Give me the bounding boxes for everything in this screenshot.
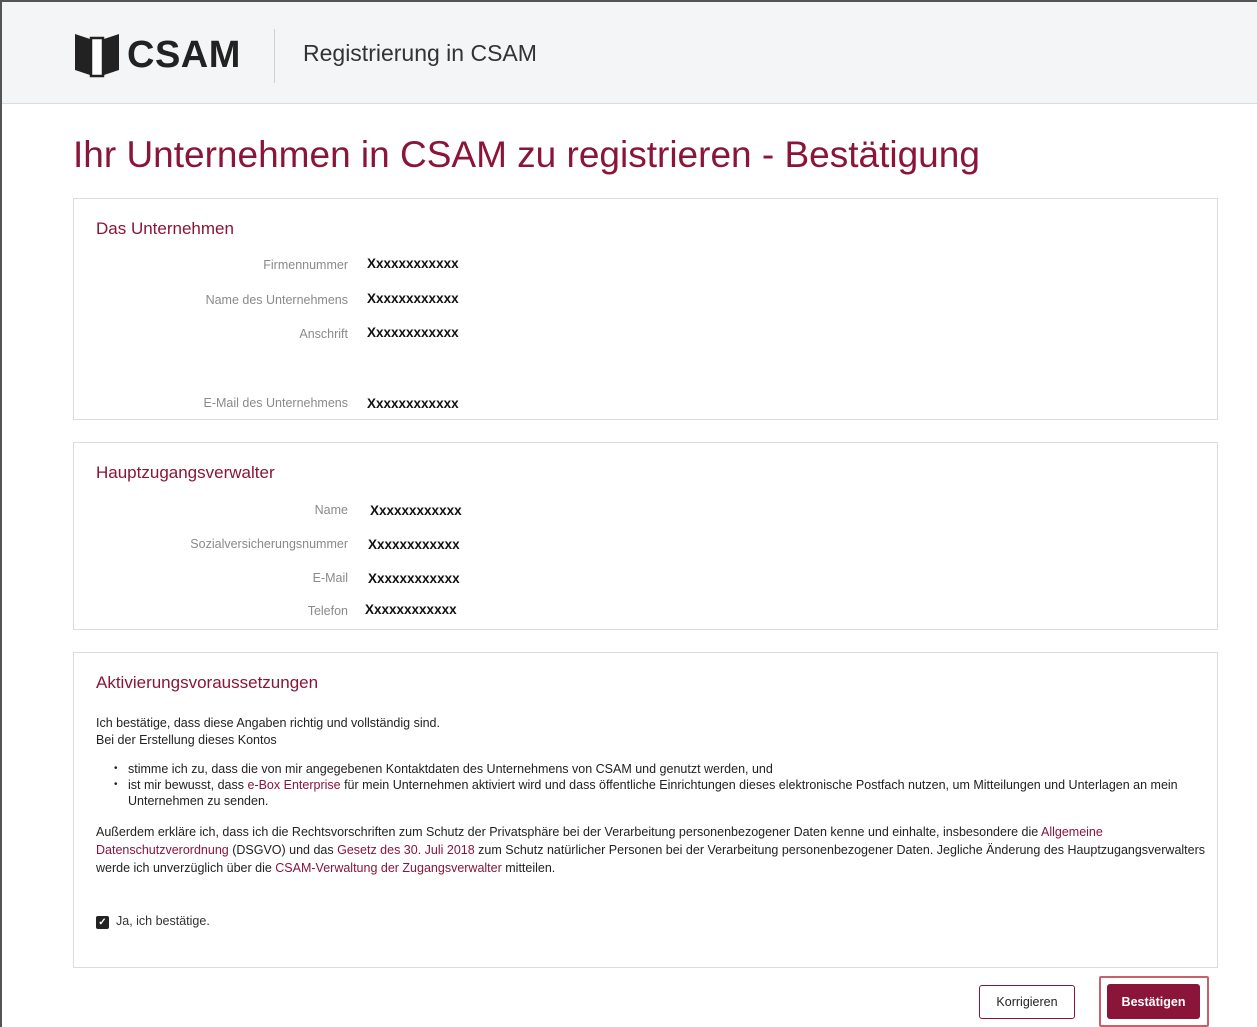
company-email-label: E-Mail des Unternehmens xyxy=(203,396,348,410)
law-2018-link[interactable]: Gesetz des 30. Juli 2018 xyxy=(337,843,475,857)
privacy-paragraph: Außerdem erkläre ich, dass ich die Recht… xyxy=(96,823,1206,877)
admin-panel: Hauptzugangsverwalter Name Xxxxxxxxxxxx … xyxy=(73,442,1218,630)
company-number-value: Xxxxxxxxxxxx xyxy=(367,256,459,271)
intro-line-2: Bei der Erstellung dieses Kontos xyxy=(96,733,277,747)
company-section-title: Das Unternehmen xyxy=(96,219,234,238)
activation-section-title: Aktivierungsvoraussetzungen xyxy=(96,673,319,692)
company-panel: Das Unternehmen Firmennummer Xxxxxxxxxxx… xyxy=(73,198,1218,420)
page-title: Ihr Unternehmen in CSAM zu registrieren … xyxy=(73,134,980,175)
site-header: CSAM Registrierung in CSAM xyxy=(2,2,1257,104)
admin-ssn-value: Xxxxxxxxxxxx xyxy=(368,537,460,552)
admin-name-value: Xxxxxxxxxxxx xyxy=(370,503,462,518)
ebox-enterprise-link[interactable]: e-Box Enterprise xyxy=(247,778,340,792)
admin-phone-value: Xxxxxxxxxxxx xyxy=(365,602,457,617)
admin-email-value: Xxxxxxxxxxxx xyxy=(368,571,460,586)
csam-logo-icon xyxy=(75,34,119,78)
csam-logo[interactable]: CSAM xyxy=(73,30,241,80)
company-name-label: Name des Unternehmens xyxy=(205,293,348,307)
admin-email-label: E-Mail xyxy=(312,571,348,585)
company-name-value: Xxxxxxxxxxxx xyxy=(367,291,459,306)
admin-section-title: Hauptzugangsverwalter xyxy=(96,463,275,482)
logo-text: CSAM xyxy=(127,33,241,76)
intro-line-1: Ich bestätige, dass diese Angaben richti… xyxy=(96,716,440,730)
header-divider xyxy=(274,29,275,83)
bullet-1-text: stimme ich zu, dass die von mir angegebe… xyxy=(128,762,773,776)
confirm-checkbox[interactable]: ✓ xyxy=(96,916,109,929)
privacy-text-post: mitteilen. xyxy=(501,861,556,875)
activation-panel: Aktivierungsvoraussetzungen Ich bestätig… xyxy=(73,652,1218,968)
privacy-text-pre: Außerdem erkläre ich, dass ich die Recht… xyxy=(96,825,1041,839)
company-email-value: Xxxxxxxxxxxx xyxy=(367,396,459,411)
company-address-value: Xxxxxxxxxxxx xyxy=(367,325,459,340)
conditions-list: stimme ich zu, dass die von mir angegebe… xyxy=(114,761,1208,809)
header-title: Registrierung in CSAM xyxy=(303,40,537,66)
admin-name-label: Name xyxy=(314,503,348,517)
confirm-checkbox-label[interactable]: Ja, ich bestätige. xyxy=(116,914,210,928)
confirm-button[interactable]: Bestätigen xyxy=(1107,984,1200,1019)
correct-button[interactable]: Korrigieren xyxy=(979,985,1075,1019)
company-address-label: Anschrift xyxy=(299,327,348,341)
admin-phone-label: Telefon xyxy=(307,604,348,618)
list-item: ist mir bewusst, dass e-Box Enterprise f… xyxy=(114,777,1208,809)
company-number-label: Firmennummer xyxy=(263,258,348,272)
list-item: stimme ich zu, dass die von mir angegebe… xyxy=(114,761,1208,777)
privacy-text-mid1: (DSGVO) und das xyxy=(228,843,338,857)
bullet-2-pre: ist mir bewusst, dass xyxy=(128,778,248,792)
admin-management-link[interactable]: CSAM-Verwaltung der Zugangsverwalter xyxy=(275,861,502,875)
admin-ssn-label: Sozialversicherungsnummer xyxy=(190,537,348,551)
